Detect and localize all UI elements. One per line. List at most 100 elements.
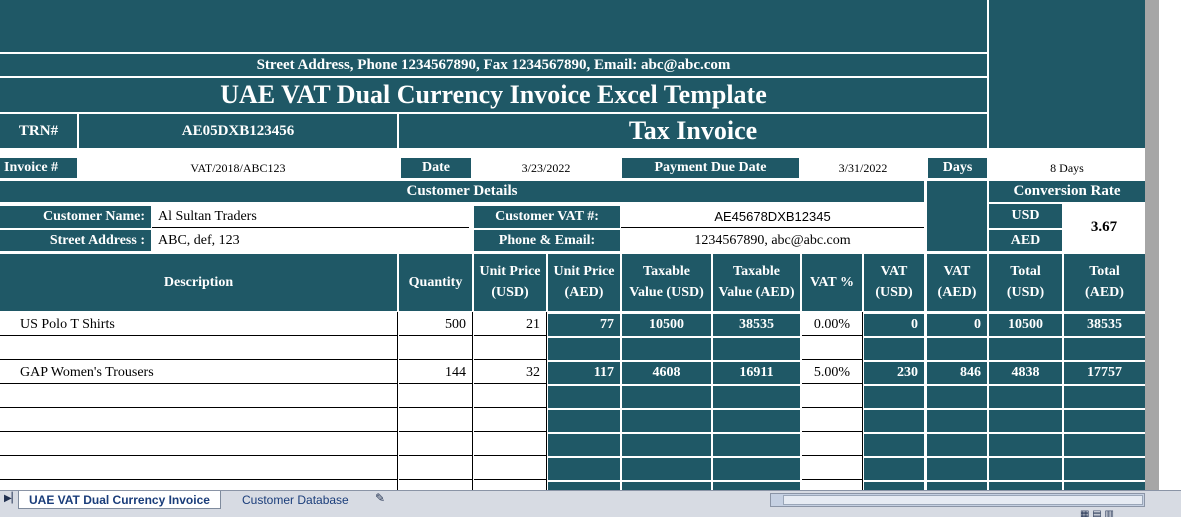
col-header-taxable-aed[interactable]: Taxable Value (AED) [713, 254, 800, 311]
cell-unit-usd[interactable] [474, 338, 546, 360]
cell-taxable-usd[interactable] [622, 386, 711, 408]
cell-vat-aed[interactable] [927, 434, 987, 456]
cell-unit-aed[interactable]: 77 [548, 314, 620, 336]
cell-unit-usd[interactable]: 21 [474, 314, 546, 336]
col-header-vat-pct[interactable]: VAT % [802, 254, 862, 311]
cell-total-aed[interactable] [1064, 434, 1145, 456]
view-mode-icons[interactable]: ▦ ▤ ▥ [1080, 509, 1114, 517]
cell-vat-usd[interactable] [864, 482, 924, 490]
cell-taxable-aed[interactable] [713, 338, 800, 360]
cell-total-usd[interactable] [989, 410, 1062, 432]
conversion-rate-value[interactable]: 3.67 [1063, 204, 1145, 251]
cell-taxable-usd[interactable] [622, 434, 711, 456]
cell-quantity[interactable]: 500 [399, 314, 472, 336]
customer-vat-value[interactable]: AE45678DXB12345 [621, 206, 924, 228]
cell-total-aed[interactable] [1064, 410, 1145, 432]
cell-vat-usd[interactable]: 230 [864, 362, 924, 384]
cell-unit-aed[interactable]: 117 [548, 362, 620, 384]
payment-due-value[interactable]: 3/31/2022 [800, 158, 926, 178]
cell-vat-usd[interactable] [864, 434, 924, 456]
cell-taxable-aed[interactable] [713, 482, 800, 490]
template-title[interactable]: UAE VAT Dual Currency Invoice Excel Temp… [0, 78, 987, 112]
cell-quantity[interactable] [399, 338, 472, 360]
col-header-description[interactable]: Description [0, 254, 397, 311]
cell-vat-aed[interactable] [927, 338, 987, 360]
col-header-taxable-usd[interactable]: Taxable Value (USD) [622, 254, 711, 311]
cell-taxable-usd[interactable] [622, 410, 711, 432]
company-address[interactable]: Street Address, Phone 1234567890, Fax 12… [0, 54, 987, 76]
cell-vat-aed[interactable] [927, 482, 987, 490]
cell-quantity[interactable] [399, 434, 472, 456]
cell-description[interactable] [0, 482, 397, 490]
customer-name-value[interactable]: Al Sultan Traders [152, 206, 469, 228]
vertical-scrollbar[interactable] [1145, 0, 1181, 490]
cell-taxable-aed[interactable] [713, 458, 800, 480]
cell-description[interactable]: GAP Women's Trousers [0, 362, 397, 384]
cell-total-aed[interactable] [1064, 482, 1145, 490]
cell-unit-aed[interactable] [548, 482, 620, 490]
cell-vat-aed[interactable]: 0 [927, 314, 987, 336]
cell-unit-aed[interactable] [548, 434, 620, 456]
col-header-total-aed[interactable]: Total (AED) [1064, 254, 1145, 311]
cell-unit-usd[interactable] [474, 482, 546, 490]
cell-vat-pct[interactable] [802, 482, 862, 490]
header-banner[interactable] [0, 0, 987, 52]
cell-vat-usd[interactable]: 0 [864, 314, 924, 336]
cell-total-aed[interactable] [1064, 338, 1145, 360]
cell-taxable-aed[interactable]: 38535 [713, 314, 800, 336]
trn-value[interactable]: AE05DXB123456 [79, 114, 397, 148]
horizontal-scrollbar[interactable] [770, 493, 1145, 507]
col-header-total-usd[interactable]: Total (USD) [989, 254, 1062, 311]
cell-description[interactable] [0, 386, 397, 408]
cell-taxable-usd[interactable]: 4608 [622, 362, 711, 384]
cell-vat-pct[interactable] [802, 434, 862, 456]
col-header-quantity[interactable]: Quantity [399, 254, 472, 311]
cell-vat-aed[interactable]: 846 [927, 362, 987, 384]
cell-taxable-usd[interactable] [622, 338, 711, 360]
cell-quantity[interactable] [399, 482, 472, 490]
cell-taxable-usd[interactable] [622, 482, 711, 490]
cell-unit-aed[interactable] [548, 458, 620, 480]
col-header-vat-aed[interactable]: VAT (AED) [927, 254, 987, 311]
cell-taxable-aed[interactable] [713, 434, 800, 456]
cell-unit-usd[interactable]: 32 [474, 362, 546, 384]
cell-description[interactable] [0, 410, 397, 432]
cell-total-usd[interactable] [989, 338, 1062, 360]
col-header-vat-usd[interactable]: VAT (USD) [864, 254, 924, 311]
cell-description[interactable] [0, 338, 397, 360]
cell-vat-usd[interactable] [864, 458, 924, 480]
cell-vat-pct[interactable] [802, 338, 862, 360]
cell-unit-aed[interactable] [548, 410, 620, 432]
cell-taxable-aed[interactable] [713, 410, 800, 432]
col-header-unit-price-aed[interactable]: Unit Price (AED) [548, 254, 620, 311]
cell-unit-usd[interactable] [474, 434, 546, 456]
cell-vat-aed[interactable] [927, 386, 987, 408]
cell-unit-aed[interactable] [548, 338, 620, 360]
sheet-tab-invoice[interactable]: UAE VAT Dual Currency Invoice [18, 491, 221, 509]
logo-area[interactable] [989, 0, 1145, 148]
cell-vat-usd[interactable] [864, 338, 924, 360]
cell-total-aed[interactable] [1064, 458, 1145, 480]
cell-taxable-usd[interactable]: 10500 [622, 314, 711, 336]
cell-unit-aed[interactable] [548, 386, 620, 408]
cell-vat-aed[interactable] [927, 458, 987, 480]
cell-taxable-usd[interactable] [622, 458, 711, 480]
cell-unit-usd[interactable] [474, 458, 546, 480]
cell-description[interactable]: US Polo T Shirts [0, 314, 397, 336]
cell-taxable-aed[interactable] [713, 386, 800, 408]
cell-vat-pct[interactable] [802, 386, 862, 408]
street-address-value[interactable]: ABC, def, 123 [152, 230, 469, 251]
phone-email-value[interactable]: 1234567890, abc@abc.com [621, 230, 924, 251]
cell-description[interactable] [0, 434, 397, 456]
cell-total-usd[interactable]: 10500 [989, 314, 1062, 336]
cell-total-aed[interactable]: 38535 [1064, 314, 1145, 336]
invoice-number-value[interactable]: VAT/2018/ABC123 [79, 158, 397, 178]
days-value[interactable]: 8 Days [989, 158, 1145, 178]
cell-quantity[interactable] [399, 458, 472, 480]
cell-quantity[interactable] [399, 386, 472, 408]
new-sheet-icon[interactable]: ✎ [375, 491, 385, 505]
cell-total-aed[interactable] [1064, 386, 1145, 408]
cell-vat-usd[interactable] [864, 410, 924, 432]
cell-unit-usd[interactable] [474, 410, 546, 432]
cell-total-usd[interactable] [989, 386, 1062, 408]
